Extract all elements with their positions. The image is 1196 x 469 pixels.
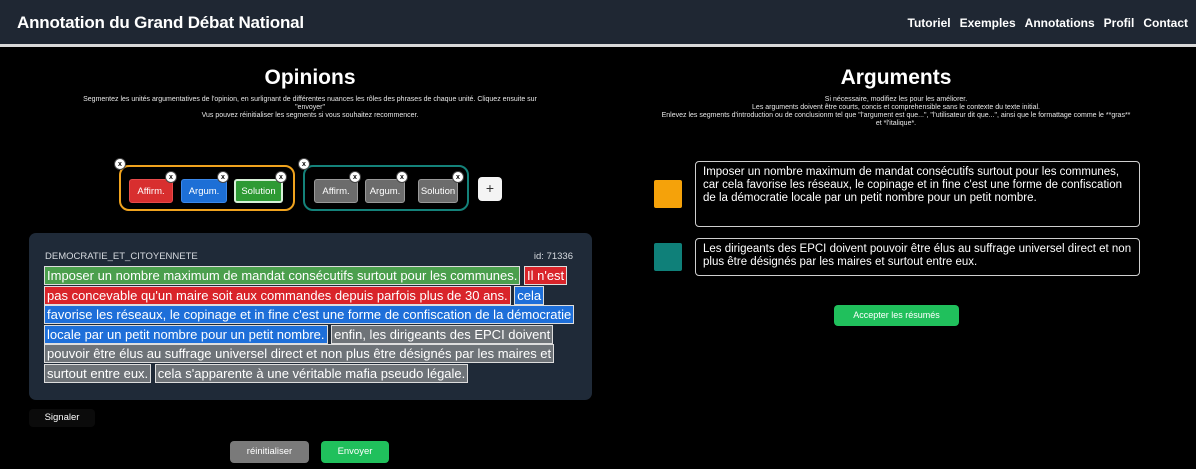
opinion-category: DEMOCRATIE_ET_CITOYENNETE bbox=[45, 251, 198, 262]
send-button[interactable]: Envoyer bbox=[321, 441, 389, 463]
remove-chip-affirmation-icon[interactable]: x bbox=[165, 171, 177, 183]
arguments-desc-line4: et *l'italique*. bbox=[875, 120, 917, 127]
arguments-title: Arguments bbox=[840, 66, 952, 89]
nav-contact[interactable]: Contact bbox=[1143, 16, 1188, 30]
remove-chip-affirmation-icon[interactable]: x bbox=[349, 171, 361, 183]
brand-title[interactable]: Annotation du Grand Débat National bbox=[17, 13, 304, 33]
accept-summaries-button[interactable]: Accepter les résumés bbox=[834, 305, 959, 326]
add-group-button[interactable]: + bbox=[478, 177, 502, 201]
remove-chip-solution-icon[interactable]: x bbox=[275, 171, 287, 183]
chip-solution[interactable]: Solution bbox=[234, 179, 283, 203]
arguments-desc-line3: Enlevez les segments d'introduction ou d… bbox=[661, 112, 1131, 119]
opinions-desc-line1: Segmentez les unités argumentatives de l… bbox=[83, 96, 537, 103]
opinions-title: Opinions bbox=[264, 66, 356, 89]
schema-group-2: Affirm. Argum. Solution bbox=[303, 165, 469, 211]
argument-color-square bbox=[654, 180, 682, 208]
report-button[interactable]: Signaler bbox=[29, 409, 95, 427]
remove-chip-argument-icon[interactable]: x bbox=[217, 171, 229, 183]
chip-affirmation[interactable]: Affirm. bbox=[314, 179, 358, 203]
opinion-text[interactable]: Imposer un nombre maximum de mandat cons… bbox=[44, 266, 580, 383]
remove-chip-argument-icon[interactable]: x bbox=[396, 171, 408, 183]
chip-affirmation[interactable]: Affirm. bbox=[129, 179, 173, 203]
opinions-desc-line2: "envoyer" bbox=[295, 104, 325, 111]
reset-button[interactable]: réinitialiser bbox=[230, 441, 309, 463]
segment-argument[interactable]: cela s'apparente à une véritable mafia p… bbox=[154, 363, 469, 383]
opinion-card: DEMOCRATIE_ET_CITOYENNETE id: 71336 Impo… bbox=[29, 233, 592, 400]
arguments-desc-line2: Les arguments doivent être courts, conci… bbox=[752, 104, 1040, 111]
schema-group-1: Affirm. Argum. Solution bbox=[119, 165, 295, 211]
nav-exemples[interactable]: Exemples bbox=[960, 16, 1016, 30]
nav-links: Tutoriel Exemples Annotations Profil Con… bbox=[908, 16, 1189, 30]
nav-annotations[interactable]: Annotations bbox=[1025, 16, 1095, 30]
navbar: Annotation du Grand Débat National Tutor… bbox=[0, 0, 1196, 47]
argument-textbox[interactable]: Les dirigeants des EPCI doivent pouvoir … bbox=[695, 238, 1140, 276]
remove-chip-solution-icon[interactable]: x bbox=[452, 171, 464, 183]
opinion-id: id: 71336 bbox=[533, 251, 573, 262]
arguments-desc-line1: Si nécessaire, modifiez les pour les amé… bbox=[824, 96, 968, 103]
nav-tutoriel[interactable]: Tutoriel bbox=[908, 16, 951, 30]
segment-solution[interactable]: Imposer un nombre maximum de mandat cons… bbox=[44, 266, 521, 285]
remove-group-1-icon[interactable]: x bbox=[114, 158, 126, 170]
arguments-description: Si nécessaire, modifiez les pour les amé… bbox=[596, 96, 1196, 128]
opinions-desc-line3: Vus pouvez réinitialiser les segments si… bbox=[201, 112, 419, 119]
argument-textbox[interactable]: Imposer un nombre maximum de mandat cons… bbox=[695, 161, 1140, 227]
opinions-description: Segmentez les unités argumentatives de l… bbox=[0, 96, 620, 120]
remove-group-2-icon[interactable]: x bbox=[298, 158, 310, 170]
chip-solution[interactable]: Solution bbox=[418, 179, 458, 203]
argument-color-square bbox=[654, 243, 682, 271]
nav-profil[interactable]: Profil bbox=[1104, 16, 1135, 30]
